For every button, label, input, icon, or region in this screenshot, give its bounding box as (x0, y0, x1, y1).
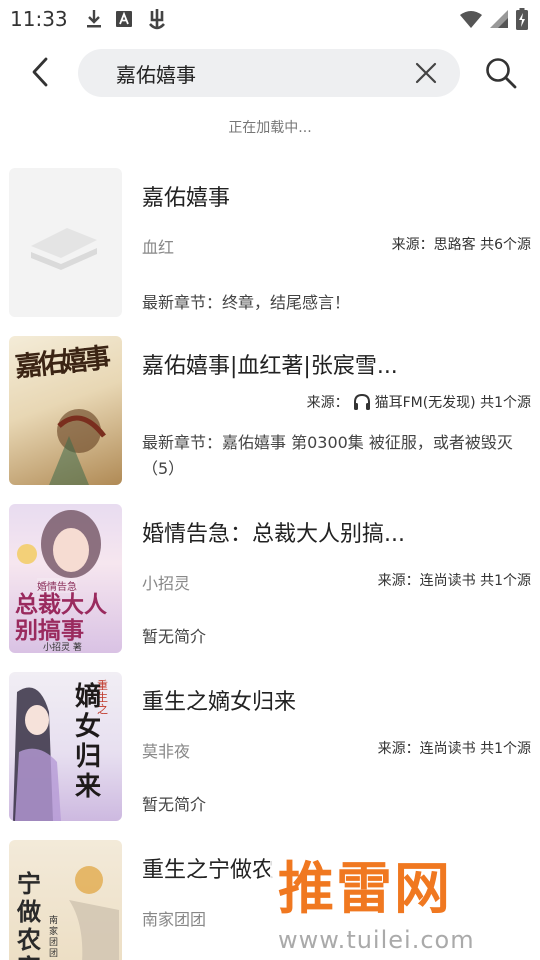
result-item[interactable]: 嘉佑嬉事 血红 来源：思路客 共6个源 最新章节：终章，结尾感言！ (0, 168, 540, 336)
signal-icon (490, 10, 508, 28)
source-name: 猫耳FM(无发现) 共1个源 (374, 395, 531, 411)
a-box-icon (115, 11, 132, 27)
book-source: 来源：连尚读书 共1个源 (377, 573, 531, 589)
clear-button[interactable] (414, 61, 438, 85)
watermark: 推雷网 www.tuilei.com (270, 840, 540, 960)
book-cover: 宁做农家 南家团团 (9, 840, 122, 960)
battery-icon (516, 8, 528, 30)
book-author: 小招灵 (142, 574, 191, 593)
watermark-brand: 推雷网 (278, 857, 452, 922)
cover-title: 总裁大人别搞事 (15, 591, 107, 644)
book-cover: 嘉佑嬉事 (9, 336, 122, 485)
result-item[interactable]: 重生之 嫡女归来 重生之嫡女归来 莫非夜 来源：连尚读书 共1个源 暂无简介 (0, 672, 540, 840)
book-author: 血红 (142, 238, 175, 257)
close-icon (415, 62, 437, 84)
book-author: 南家团团 (142, 910, 207, 929)
cover-author: 小招灵 著 (43, 643, 82, 653)
book-title: 婚情告急：总裁大人别搞... (142, 522, 405, 547)
book-title: 嘉佑嬉事|血红著|张宸雪... (142, 354, 398, 379)
book-source: 来源： 猫耳FM(无发现) 共1个源 (307, 392, 531, 412)
book-title: 重生之嫡女归来 (142, 690, 297, 715)
search-query: 嘉佑嬉事 (116, 62, 196, 87)
book-cover: 重生之 嫡女归来 (9, 672, 122, 821)
book-intro: 暂无简介 (142, 795, 207, 814)
book-title: 重生之宁做农 (142, 858, 275, 883)
book-source: 来源：思路客 共6个源 (391, 237, 531, 253)
cover-author: 南家团团 (49, 916, 59, 959)
cover-title: 宁做农家 (17, 869, 41, 960)
headphones-icon (353, 393, 370, 410)
wifi-icon (460, 11, 482, 28)
search-button[interactable] (484, 56, 518, 90)
book-placeholder-icon (31, 228, 97, 270)
result-item[interactable]: 嘉佑嬉事 嘉佑嬉事|血红著|张宸雪... 来源： 猫耳FM(无发现) 共1个源 … (0, 336, 540, 504)
loading-text: 正在加载中... (228, 120, 312, 136)
watermark-url: www.tuilei.com (278, 926, 475, 954)
status-time: 11:33 (10, 7, 68, 31)
book-cover-placeholder (9, 168, 122, 317)
download-icon (86, 10, 101, 28)
book-source: 来源：连尚读书 共1个源 (377, 741, 531, 757)
search-input[interactable]: 嘉佑嬉事 (78, 49, 460, 97)
chevron-left-icon (32, 57, 48, 87)
latest-chapter: 最新章节：嘉佑嬉事 第0300集 被征服，或者被毁灭（5） (142, 433, 513, 478)
result-item[interactable]: 婚情告急 总裁大人别搞事 小招灵 著 婚情告急：总裁大人别搞... 小招灵 来源… (0, 504, 540, 672)
book-title: 嘉佑嬉事 (142, 186, 231, 211)
book-author: 莫非夜 (142, 742, 191, 761)
latest-chapter: 最新章节：终章，结尾感言！ (142, 293, 351, 312)
search-icon (486, 58, 517, 89)
cover-title: 嫡女归来 (75, 682, 102, 802)
status-bar: 11:33 (0, 0, 540, 38)
bug-icon (148, 9, 165, 30)
book-cover: 婚情告急 总裁大人别搞事 小招灵 著 (9, 504, 122, 653)
source-prefix: 来源： (306, 395, 349, 411)
back-button[interactable] (22, 52, 58, 92)
book-intro: 暂无简介 (142, 627, 207, 646)
